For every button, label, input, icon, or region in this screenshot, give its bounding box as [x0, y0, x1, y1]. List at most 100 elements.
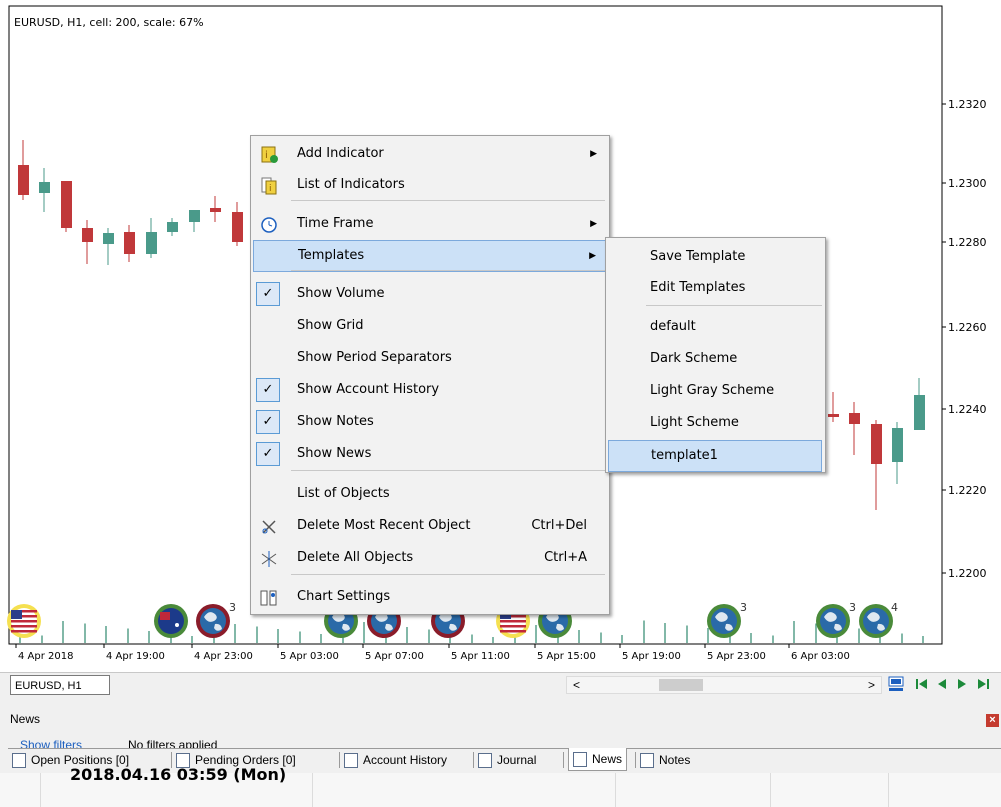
globe-icon[interactable] — [859, 604, 893, 638]
template-menu-item[interactable]: Light Scheme — [608, 408, 822, 438]
candle-body — [210, 208, 221, 212]
template-menu-item-label: Save Template — [650, 249, 746, 264]
context-menu-item-label: List of Indicators — [297, 177, 405, 192]
terminal-tab-label: News — [592, 752, 623, 766]
menu-separator — [291, 470, 605, 471]
terminal-tab[interactable]: Journal — [478, 749, 536, 771]
context-menu-item-label: Chart Settings — [297, 589, 391, 604]
scroll-thumb[interactable] — [659, 679, 703, 691]
scroll-forward-icon[interactable] — [956, 677, 968, 694]
context-menu-item[interactable]: i List of Indicators — [253, 170, 607, 200]
candle-body — [849, 413, 860, 424]
context-menu-item[interactable]: ✓ Show Volume — [253, 279, 607, 309]
context-menu-item-label: Delete Most Recent Object — [297, 518, 471, 533]
au-flag-icon[interactable] — [154, 604, 188, 638]
context-menu-item[interactable]: ✓ Show News — [253, 439, 607, 469]
context-menu-item[interactable]: Chart Settings — [253, 582, 607, 612]
tab-separator — [473, 752, 474, 768]
terminal-tab[interactable]: News — [568, 748, 628, 771]
scroll-right-button[interactable]: > — [868, 677, 875, 693]
filters-status: No filters applied — [128, 738, 218, 748]
context-menu-item[interactable]: Show Grid — [253, 311, 607, 341]
context-menu-item-label: Templates — [298, 248, 365, 263]
scroll-to-start-icon[interactable] — [915, 677, 929, 694]
candle-body — [828, 414, 839, 417]
context-menu-item-label: Show Notes — [297, 414, 374, 429]
candle-body — [61, 181, 72, 228]
shortcut-label: Ctrl+A — [544, 550, 587, 565]
candle-body — [146, 232, 157, 254]
menu-separator — [291, 574, 605, 575]
show-filters-link[interactable]: Show filters — [20, 738, 82, 748]
globe-icon[interactable] — [707, 604, 741, 638]
horizontal-scrollbar[interactable]: < > — [566, 676, 882, 694]
menu-separator — [646, 305, 822, 306]
context-menu-item[interactable]: Delete All Objects Ctrl+A — [253, 543, 607, 573]
context-menu-item[interactable]: Time Frame ▶ — [253, 209, 607, 239]
template-menu-item[interactable]: Save Template — [608, 242, 822, 272]
context-menu-item[interactable]: Show Period Separators — [253, 343, 607, 373]
candle-body — [103, 233, 114, 244]
context-menu-item[interactable]: Templates ▶ — [253, 240, 607, 272]
context-menu-item-label: Show Volume — [297, 286, 385, 301]
close-icon-glyph: × — [989, 714, 996, 726]
candle-body — [124, 232, 135, 254]
candle-body — [892, 428, 903, 462]
scroll-left-button[interactable]: < — [573, 677, 580, 693]
chart-settings-icon — [260, 589, 278, 607]
price-tick-label: 1.2260 — [948, 321, 987, 334]
globe-icon[interactable] — [816, 604, 850, 638]
time-tick-label: 4 Apr 2018 — [18, 651, 73, 662]
chart-context-menu[interactable]: i Add Indicator ▶ i List of Indicators Time F… — [250, 135, 610, 615]
template-menu-item[interactable]: template1 — [608, 440, 822, 472]
template-menu-item-label: Dark Scheme — [650, 351, 738, 366]
time-tick-label: 5 Apr 19:00 — [622, 651, 681, 662]
candle-body — [39, 182, 50, 193]
news-list[interactable]: 2018.04.16 03:59 (Mon) — [0, 765, 1001, 807]
context-menu-item[interactable]: ✓ Show Notes — [253, 407, 607, 437]
indicator-list-icon: i — [260, 177, 278, 195]
price-tick-label: 1.2300 — [948, 177, 987, 190]
news-filter-row: Show filters No filters applied — [0, 736, 1001, 748]
svg-text:i: i — [269, 184, 272, 194]
tab-icon — [478, 753, 492, 769]
news-panel-title: News — [10, 712, 41, 726]
template-menu-item[interactable]: Light Gray Scheme — [608, 376, 822, 406]
tab-icon — [344, 753, 358, 769]
time-tick-label: 4 Apr 19:00 — [106, 651, 165, 662]
news-panel: News × Show filters No filters applied O… — [0, 697, 1001, 807]
event-count-label: 3 — [849, 601, 856, 614]
clock-icon — [260, 216, 278, 234]
template-menu-item[interactable]: Dark Scheme — [608, 344, 822, 374]
terminal-tab[interactable]: Notes — [640, 749, 690, 771]
chart-tabs-bar: EURUSD, H1 < > — [0, 672, 1001, 697]
price-tick-label: 1.2280 — [948, 236, 987, 249]
context-menu-item-label: Show Account History — [297, 382, 440, 397]
templates-submenu[interactable]: Save Template Edit Templates default Dark S… — [605, 237, 826, 473]
submenu-arrow-icon: ▶ — [589, 251, 596, 261]
context-menu-item-label: Show News — [297, 446, 372, 461]
context-menu-item-label: Time Frame — [297, 216, 374, 231]
tab-separator — [635, 752, 636, 768]
scroll-to-end-icon[interactable] — [976, 677, 990, 694]
terminal-tab[interactable]: Account History — [344, 749, 447, 771]
close-icon[interactable]: × — [986, 714, 999, 727]
context-menu-item[interactable]: List of Objects — [253, 479, 607, 509]
context-menu-item[interactable]: Delete Most Recent Object Ctrl+Del — [253, 511, 607, 541]
event-count-label: 4 — [891, 601, 898, 614]
scroll-back-icon[interactable] — [936, 677, 948, 694]
us-flag-icon[interactable] — [7, 604, 41, 638]
price-axis: 1.2320 1.2300 1.2280 1.2260 1.2240 1.2220 1.22… — [942, 98, 987, 580]
chart-shift-icon[interactable] — [888, 676, 904, 692]
context-menu-item[interactable]: ✓ Show Account History — [253, 375, 607, 405]
context-menu-item[interactable]: i Add Indicator ▶ — [253, 139, 607, 169]
symbol-tab[interactable]: EURUSD, H1 — [10, 675, 110, 695]
template-menu-item[interactable]: default — [608, 312, 822, 342]
globe-icon[interactable] — [196, 604, 230, 638]
event-count-label: 3 — [229, 601, 236, 614]
price-tick-label: 1.2320 — [948, 98, 987, 111]
time-tick-label: 5 Apr 15:00 — [537, 651, 596, 662]
template-menu-item[interactable]: Edit Templates — [608, 273, 822, 303]
tab-separator — [339, 752, 340, 768]
news-date: 2018.04.16 03:59 (Mon) — [70, 765, 287, 784]
